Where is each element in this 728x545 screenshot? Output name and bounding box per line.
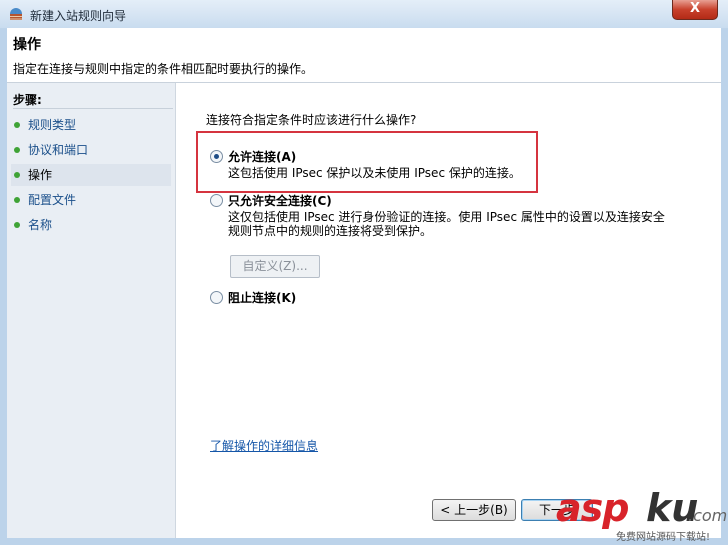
wizard-header: 操作 指定在连接与规则中指定的条件相匹配时要执行的操作。 <box>7 28 721 83</box>
sidebar-item-label: 操作 <box>28 168 53 182</box>
step-dot-icon <box>14 222 20 228</box>
watermark-tagline: 免费网站源码下载站! <box>616 532 711 543</box>
divider <box>13 108 173 109</box>
sidebar-item-label: 配置文件 <box>28 193 77 207</box>
page-title: 操作 <box>13 37 41 53</box>
sidebar-item-protocol-port[interactable]: 协议和端口 <box>11 139 171 161</box>
sidebar-item-label: 规则类型 <box>28 118 77 132</box>
sidebar-item-rule-type[interactable]: 规则类型 <box>11 114 171 136</box>
step-dot-icon <box>14 147 20 153</box>
step-dot-icon <box>14 197 20 203</box>
step-dot-icon <box>14 122 20 128</box>
customize-button[interactable]: 自定义(Z)... <box>230 255 320 278</box>
secure-connection-desc: 这仅包括使用 IPsec 进行身份验证的连接。使用 IPsec 属性中的设置以及… <box>228 210 665 238</box>
secure-connection-label[interactable]: 只允许安全连接(C) <box>228 192 332 209</box>
block-connection-label[interactable]: 阻止连接(K) <box>228 289 296 306</box>
steps-sidebar: 步骤: 规则类型 协议和端口 操作 配置文件 名称 <box>7 83 176 538</box>
page-description: 指定在连接与规则中指定的条件相匹配时要执行的操作。 <box>13 62 314 76</box>
steps-title: 步骤: <box>13 93 42 107</box>
watermark-domain: .com <box>688 506 728 525</box>
sidebar-item-profile[interactable]: 配置文件 <box>11 189 171 211</box>
site-watermark: asp ku .com 免费网站源码下载站! <box>556 488 728 545</box>
title-bar: 新建入站规则向导 X <box>0 0 728 28</box>
back-button[interactable]: < 上一步(B) <box>432 499 516 521</box>
action-question: 连接符合指定条件时应该进行什么操作? <box>206 113 417 127</box>
sidebar-item-name[interactable]: 名称 <box>11 214 171 236</box>
sidebar-item-label: 协议和端口 <box>28 143 89 157</box>
close-button[interactable]: X <box>672 0 718 20</box>
allow-connection-desc: 这包括使用 IPsec 保护以及未使用 IPsec 保护的连接。 <box>228 166 521 180</box>
action-panel: 连接符合指定条件时应该进行什么操作? 允许连接(A) 这包括使用 IPsec 保… <box>176 83 721 538</box>
sidebar-item-label: 名称 <box>28 218 53 232</box>
step-dot-icon <box>14 172 20 178</box>
firewall-icon <box>10 8 22 20</box>
learn-more-link[interactable]: 了解操作的详细信息 <box>210 437 318 454</box>
allow-connection-radio[interactable] <box>210 150 223 163</box>
watermark-brand: asp <box>556 486 629 530</box>
secure-connection-radio[interactable] <box>210 194 223 207</box>
wizard-content: 步骤: 规则类型 协议和端口 操作 配置文件 名称 连接符合指定条件时应该进行什… <box>7 83 721 538</box>
sidebar-item-action[interactable]: 操作 <box>11 164 171 186</box>
window-frame: 新建入站规则向导 X 操作 指定在连接与规则中指定的条件相匹配时要执行的操作。 … <box>0 0 728 545</box>
window-title: 新建入站规则向导 <box>30 9 127 23</box>
allow-connection-label[interactable]: 允许连接(A) <box>228 148 296 165</box>
block-connection-radio[interactable] <box>210 291 223 304</box>
